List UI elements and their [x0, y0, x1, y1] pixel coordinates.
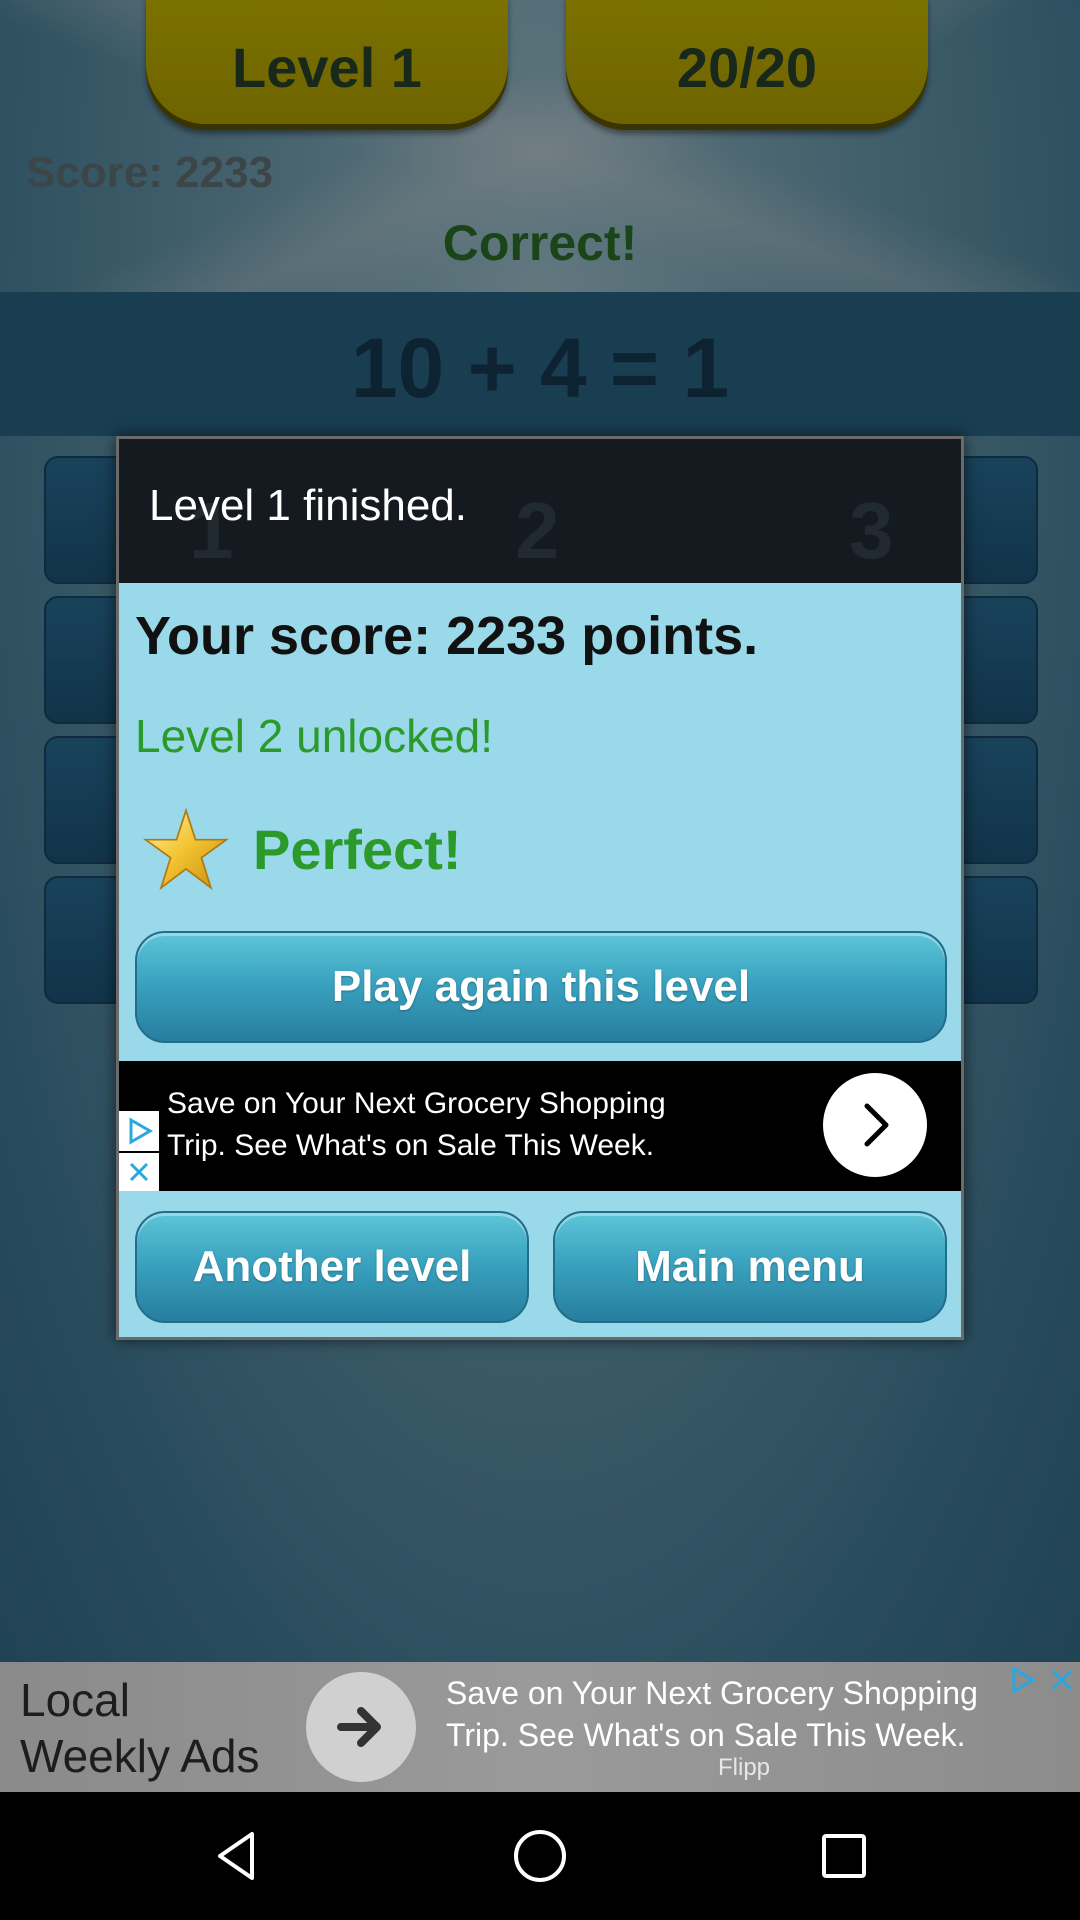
dialog-header: 1 2 3 Level 1 finished. [119, 439, 961, 583]
star-icon [143, 807, 229, 891]
another-level-button[interactable]: Another level [135, 1211, 529, 1323]
banner-ad[interactable]: Local Weekly Ads on Flipp Save on Your N… [0, 1662, 1080, 1792]
answer-ghost: 2 [515, 486, 560, 575]
navigation-bar [0, 1792, 1080, 1920]
main-menu-button[interactable]: Main menu [553, 1211, 947, 1323]
perfect-text: Perfect! [253, 818, 462, 881]
banner-brand: Flipp [718, 1754, 771, 1781]
inline-ad[interactable]: Save on Your Next Grocery Shopping Trip.… [119, 1061, 961, 1191]
chevron-right-icon[interactable] [823, 1073, 927, 1177]
banner-left-text: Local Weekly Ads on Flipp [20, 1674, 260, 1792]
adchoices-icon[interactable] [119, 1111, 159, 1151]
play-again-button[interactable]: Play again this level [135, 931, 947, 1043]
unlocked-text: Level 2 unlocked! [135, 710, 494, 762]
home-icon[interactable] [500, 1816, 580, 1896]
close-icon[interactable] [1044, 1662, 1080, 1698]
answer-ghost: 3 [849, 486, 894, 575]
close-icon[interactable] [119, 1153, 159, 1191]
recents-icon[interactable] [804, 1816, 884, 1896]
dialog-title: Level 1 finished. [149, 481, 467, 530]
inline-ad-text: Save on Your Next Grocery Shopping Trip.… [167, 1087, 666, 1162]
adchoices-icon[interactable] [1004, 1662, 1040, 1698]
level-finished-dialog: 1 2 3 Level 1 finished. Your score: 2233… [116, 436, 964, 1340]
banner-right-text: Save on Your Next Grocery Shopping Trip.… [446, 1675, 978, 1753]
arrow-right-icon[interactable] [306, 1672, 416, 1782]
score-text: Your score: 2233 points. [135, 606, 759, 666]
back-icon[interactable] [198, 1816, 278, 1896]
